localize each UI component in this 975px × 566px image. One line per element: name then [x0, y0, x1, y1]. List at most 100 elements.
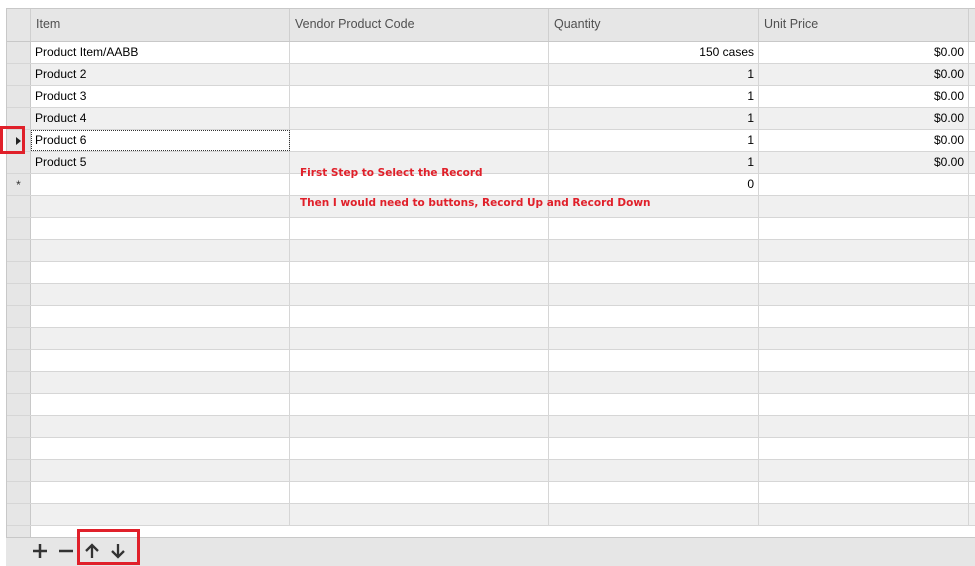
cell-vendor[interactable]: [290, 460, 549, 481]
cell-vendor[interactable]: [290, 328, 549, 349]
table-row[interactable]: [7, 372, 975, 394]
cell-vendor[interactable]: [290, 64, 549, 85]
cell-quantity[interactable]: [549, 482, 759, 503]
column-header-vendor-product-code[interactable]: Vendor Product Code: [290, 9, 549, 41]
cell-vendor[interactable]: [290, 218, 549, 239]
cell-vendor[interactable]: [290, 350, 549, 371]
cell-unit-price[interactable]: [759, 218, 969, 239]
cell-item[interactable]: [31, 196, 290, 217]
cell-vendor[interactable]: [290, 372, 549, 393]
cell-item[interactable]: [31, 438, 290, 459]
cell-unit-price[interactable]: [759, 460, 969, 481]
cell-quantity[interactable]: [549, 218, 759, 239]
row-selector[interactable]: [7, 42, 30, 64]
cell-vendor[interactable]: [290, 416, 549, 437]
table-row[interactable]: [7, 218, 975, 240]
cell-unit-price[interactable]: [759, 372, 969, 393]
row-selector[interactable]: [7, 218, 30, 240]
cell-item[interactable]: Product 5: [31, 152, 290, 173]
row-selector[interactable]: [7, 284, 30, 306]
cell-item[interactable]: [31, 460, 290, 481]
table-row[interactable]: [7, 416, 975, 438]
remove-record-button[interactable]: [54, 538, 78, 564]
new-row-marker[interactable]: *: [7, 174, 30, 196]
cell-quantity[interactable]: 1: [549, 130, 759, 151]
table-row[interactable]: [7, 240, 975, 262]
cell-unit-price[interactable]: $0.00: [759, 86, 969, 107]
cell-unit-price[interactable]: [759, 482, 969, 503]
table-row[interactable]: [7, 482, 975, 504]
cell-quantity[interactable]: 150 cases: [549, 42, 759, 63]
cell-vendor[interactable]: [290, 284, 549, 305]
cell-item[interactable]: [31, 262, 290, 283]
cell-vendor[interactable]: [290, 504, 549, 525]
row-selector[interactable]: [7, 240, 30, 262]
cell-unit-price[interactable]: $0.00: [759, 64, 969, 85]
cell-item[interactable]: [31, 328, 290, 349]
cell-vendor[interactable]: [290, 86, 549, 107]
row-selector[interactable]: [7, 504, 30, 526]
cell-quantity[interactable]: [549, 394, 759, 415]
table-row[interactable]: [7, 504, 975, 526]
cell-quantity[interactable]: [549, 438, 759, 459]
row-selector[interactable]: [7, 328, 30, 350]
cell-item[interactable]: [31, 372, 290, 393]
cell-vendor[interactable]: [290, 130, 549, 151]
cell-unit-price[interactable]: $0.00: [759, 108, 969, 129]
table-row[interactable]: [7, 350, 975, 372]
cell-quantity[interactable]: [549, 262, 759, 283]
cell-unit-price[interactable]: [759, 328, 969, 349]
cell-vendor[interactable]: [290, 240, 549, 261]
row-selector[interactable]: [7, 482, 30, 504]
row-selector[interactable]: [7, 372, 30, 394]
cell-item[interactable]: [31, 218, 290, 239]
cell-quantity[interactable]: [549, 284, 759, 305]
cell-quantity[interactable]: [549, 460, 759, 481]
table-row[interactable]: [7, 306, 975, 328]
cell-unit-price[interactable]: [759, 394, 969, 415]
cell-unit-price[interactable]: $0.00: [759, 42, 969, 63]
column-header-unit-price[interactable]: Unit Price: [759, 9, 969, 41]
cell-unit-price[interactable]: [759, 174, 969, 195]
table-row[interactable]: Product 6 1 $0.00: [7, 130, 975, 152]
table-row[interactable]: [7, 262, 975, 284]
table-row[interactable]: [7, 284, 975, 306]
row-selector[interactable]: [7, 86, 30, 108]
cell-unit-price[interactable]: [759, 284, 969, 305]
cell-unit-price[interactable]: [759, 438, 969, 459]
cell-item[interactable]: [31, 284, 290, 305]
cell-vendor[interactable]: [290, 394, 549, 415]
cell-quantity[interactable]: [549, 416, 759, 437]
cell-item[interactable]: [31, 174, 290, 195]
cell-vendor[interactable]: [290, 482, 549, 503]
row-selector[interactable]: [7, 438, 30, 460]
row-selector[interactable]: [7, 460, 30, 482]
table-row[interactable]: Product Item/AABB 150 cases $0.00: [7, 42, 975, 64]
row-selector[interactable]: [7, 64, 30, 86]
cell-quantity[interactable]: [549, 328, 759, 349]
table-row[interactable]: [7, 438, 975, 460]
cell-vendor[interactable]: [290, 438, 549, 459]
cell-item[interactable]: Product 3: [31, 86, 290, 107]
cell-item[interactable]: [31, 394, 290, 415]
cell-item[interactable]: [31, 306, 290, 327]
cell-unit-price[interactable]: [759, 416, 969, 437]
table-row[interactable]: Product 3 1 $0.00: [7, 86, 975, 108]
table-row[interactable]: * 0: [7, 174, 975, 196]
column-header-item[interactable]: Item: [31, 9, 290, 41]
cell-quantity[interactable]: 1: [549, 152, 759, 173]
cell-item[interactable]: Product 2: [31, 64, 290, 85]
cell-quantity[interactable]: [549, 306, 759, 327]
cell-item[interactable]: [31, 350, 290, 371]
cell-item[interactable]: [31, 416, 290, 437]
cell-quantity[interactable]: 1: [549, 86, 759, 107]
cell-vendor[interactable]: [290, 42, 549, 63]
cell-unit-price[interactable]: [759, 240, 969, 261]
cell-item[interactable]: Product 6: [31, 130, 290, 151]
cell-item[interactable]: [31, 482, 290, 503]
add-record-button[interactable]: [28, 538, 52, 564]
cell-unit-price[interactable]: [759, 262, 969, 283]
table-row[interactable]: [7, 394, 975, 416]
table-row[interactable]: Product 5 1 $0.00: [7, 152, 975, 174]
cell-quantity[interactable]: [549, 350, 759, 371]
